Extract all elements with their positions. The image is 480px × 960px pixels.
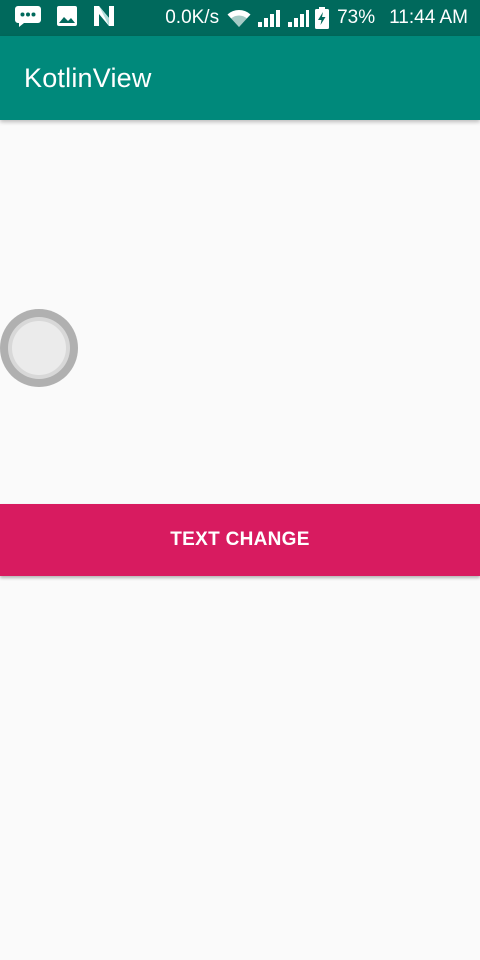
image-icon [56,5,78,32]
network-speed: 0.0K/s [165,7,220,28]
text-change-button[interactable]: TEXT CHANGE [0,504,480,576]
signal-icon-2 [287,8,310,28]
battery-charging-icon [315,7,330,29]
signal-icon-1 [257,8,281,28]
status-indicators: 0.0K/s 73% 11:44 AM [165,7,468,29]
status-time: 11:44 AM [389,7,468,28]
status-bar: 0.0K/s 73% 11:44 AM [0,0,480,36]
app-bar: KotlinView [0,36,480,120]
n-icon [92,5,116,32]
main-content: TEXT CHANGE [0,120,480,960]
radio-button-ring [8,317,70,379]
battery-percent: 73% [337,7,376,28]
radio-button-center [12,321,66,375]
radio-button[interactable] [0,309,78,387]
notification-icons [14,5,116,32]
message-icon [14,5,42,32]
app-title: KotlinView [24,62,152,93]
wifi-icon [227,8,251,28]
